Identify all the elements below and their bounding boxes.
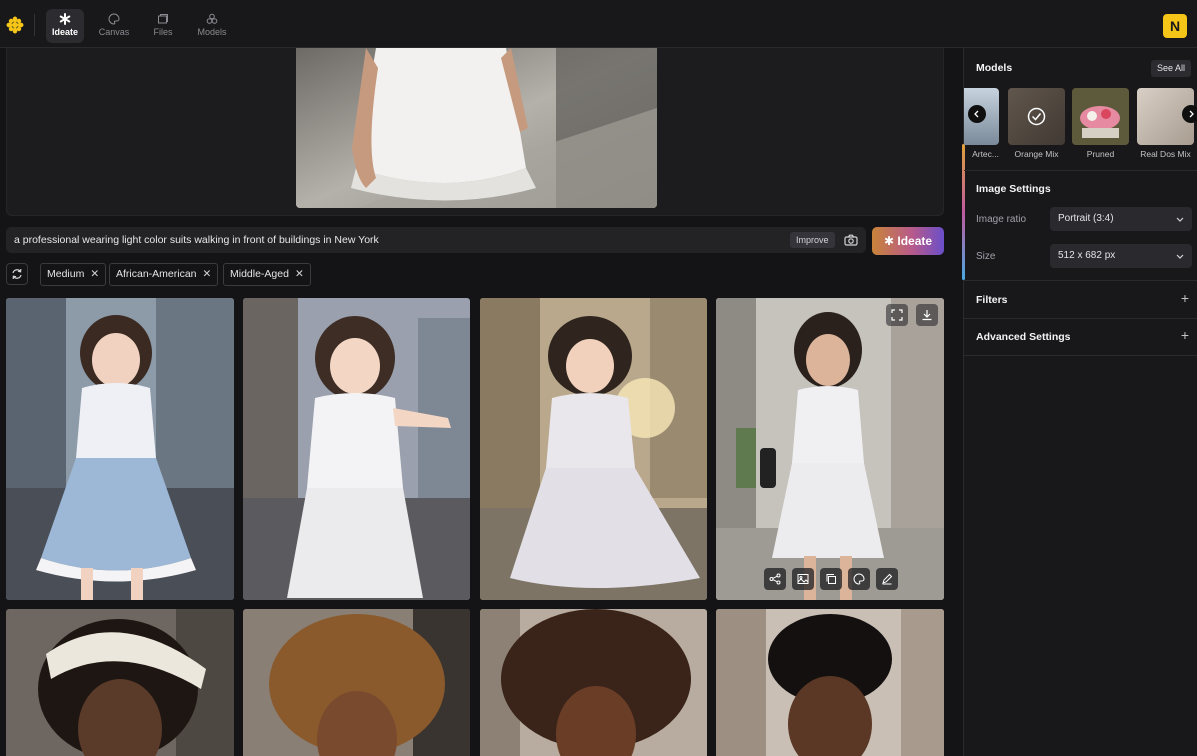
chevron-down-icon (1176, 217, 1184, 222)
model-card-real-dos-mix[interactable]: Real Dos Mix (1137, 88, 1194, 159)
chip-middle-aged[interactable]: Middle-Aged ✕ (223, 263, 311, 286)
chevron-right-icon (1189, 110, 1194, 118)
model-thumbnail (1072, 88, 1129, 145)
model-label: Orange Mix (1014, 149, 1059, 159)
folders-icon (158, 14, 168, 24)
top-bar: Ideate Canvas Files Models N (0, 0, 1197, 48)
image-ratio-label: Image ratio (976, 214, 1027, 225)
check-icon (1008, 88, 1065, 145)
chip-label: Medium (47, 268, 85, 280)
image-actions (764, 568, 898, 590)
nav-item-ideate[interactable]: Ideate (46, 9, 84, 43)
pencil-icon (882, 573, 893, 585)
chip-medium[interactable]: Medium ✕ (40, 263, 107, 286)
camera-icon[interactable] (844, 233, 858, 251)
prompt-input[interactable]: a professional wearing light color suits… (14, 234, 379, 246)
palette-icon (853, 573, 865, 585)
model-carousel: Artec... Orange Mix Pruned Real Dos Mix (964, 88, 1197, 160)
accent-bar (962, 144, 965, 280)
carousel-prev-button[interactable] (968, 105, 986, 123)
settings-sidebar: Models See All Artec... Orange Mix Prune… (962, 48, 1197, 756)
generated-image-3[interactable] (480, 298, 707, 600)
main-area: a professional wearing light color suits… (0, 48, 963, 756)
image-ratio-value: Portrait (3:4) (1058, 213, 1114, 224)
asterisk-icon (59, 13, 71, 25)
generated-image-2[interactable] (243, 298, 470, 600)
chip-label: Middle-Aged (230, 268, 289, 280)
image-settings-title: Image Settings (976, 183, 1051, 195)
download-button[interactable] (916, 304, 938, 326)
model-card-pruned[interactable]: Pruned (1072, 88, 1129, 159)
logo-icon[interactable] (6, 16, 24, 34)
generated-image-6[interactable] (243, 609, 470, 756)
models-title: Models (976, 62, 1013, 74)
generated-image-7[interactable] (480, 609, 707, 756)
nav-label-models: Models (197, 27, 227, 37)
model-card[interactable]: Artec... (964, 88, 999, 159)
generated-image-1[interactable] (6, 298, 234, 600)
generated-image-5[interactable] (6, 609, 234, 756)
size-value: 512 x 682 px (1058, 250, 1116, 261)
close-icon[interactable]: ✕ (90, 268, 99, 280)
model-label: Artec... (972, 149, 999, 159)
image-edit-button[interactable] (792, 568, 814, 590)
generated-image-4[interactable] (716, 298, 944, 600)
model-thumbnail (1008, 88, 1065, 145)
generated-image-8[interactable] (716, 609, 944, 756)
share-icon (769, 573, 781, 585)
nav-label-ideate: Ideate (51, 27, 78, 37)
copy-icon (826, 574, 836, 584)
model-label: Real Dos Mix (1140, 149, 1191, 159)
circles-icon (206, 13, 218, 24)
preview-image[interactable] (296, 48, 657, 208)
nav-label-canvas: Canvas (98, 27, 130, 37)
prompt-bar: a professional wearing light color suits… (6, 227, 866, 253)
preview-panel (6, 48, 944, 216)
palette-icon (108, 13, 120, 25)
model-label: Pruned (1086, 149, 1115, 159)
copy-button[interactable] (820, 568, 842, 590)
nav-divider (34, 14, 35, 36)
expand-button[interactable] (886, 304, 908, 326)
nav-label-files: Files (153, 27, 173, 37)
refresh-icon (12, 268, 22, 280)
ideate-button-label: Ideate (897, 234, 933, 248)
plus-icon[interactable]: + (1181, 327, 1189, 343)
improve-button[interactable]: Improve (790, 232, 835, 248)
divider (964, 355, 1197, 356)
nav-item-models[interactable]: Models (193, 9, 231, 43)
model-card-orange-mix[interactable]: Orange Mix (1008, 88, 1065, 159)
chevron-down-icon (1176, 254, 1184, 259)
nav-item-files[interactable]: Files (144, 9, 182, 43)
asterisk-icon: ✱ (883, 234, 895, 248)
edit-button[interactable] (876, 568, 898, 590)
chip-label: African-American (116, 268, 197, 280)
close-icon[interactable]: ✕ (203, 268, 212, 280)
avatar[interactable]: N (1163, 14, 1187, 38)
size-select[interactable]: 512 x 682 px (1050, 244, 1192, 268)
image-ratio-select[interactable]: Portrait (3:4) (1050, 207, 1192, 231)
nav-item-canvas[interactable]: Canvas (95, 9, 133, 43)
divider (964, 280, 1197, 281)
refresh-button[interactable] (6, 263, 28, 285)
advanced-settings-title[interactable]: Advanced Settings (976, 331, 1071, 343)
carousel-next-button[interactable] (1182, 105, 1197, 123)
see-all-button[interactable]: See All (1150, 60, 1191, 77)
share-button[interactable] (764, 568, 786, 590)
divider (964, 170, 1197, 171)
chip-african-american[interactable]: African-American ✕ (109, 263, 219, 286)
divider (964, 318, 1197, 319)
image-icon (797, 574, 809, 584)
plus-icon[interactable]: + (1181, 290, 1189, 306)
filters-title[interactable]: Filters (976, 294, 1008, 306)
expand-icon (891, 309, 903, 321)
close-icon[interactable]: ✕ (295, 268, 304, 280)
ideate-button[interactable]: ✱ Ideate (872, 227, 944, 255)
palette-button[interactable] (848, 568, 870, 590)
size-label: Size (976, 251, 996, 262)
chevron-left-icon (974, 110, 979, 118)
download-icon (922, 310, 932, 321)
